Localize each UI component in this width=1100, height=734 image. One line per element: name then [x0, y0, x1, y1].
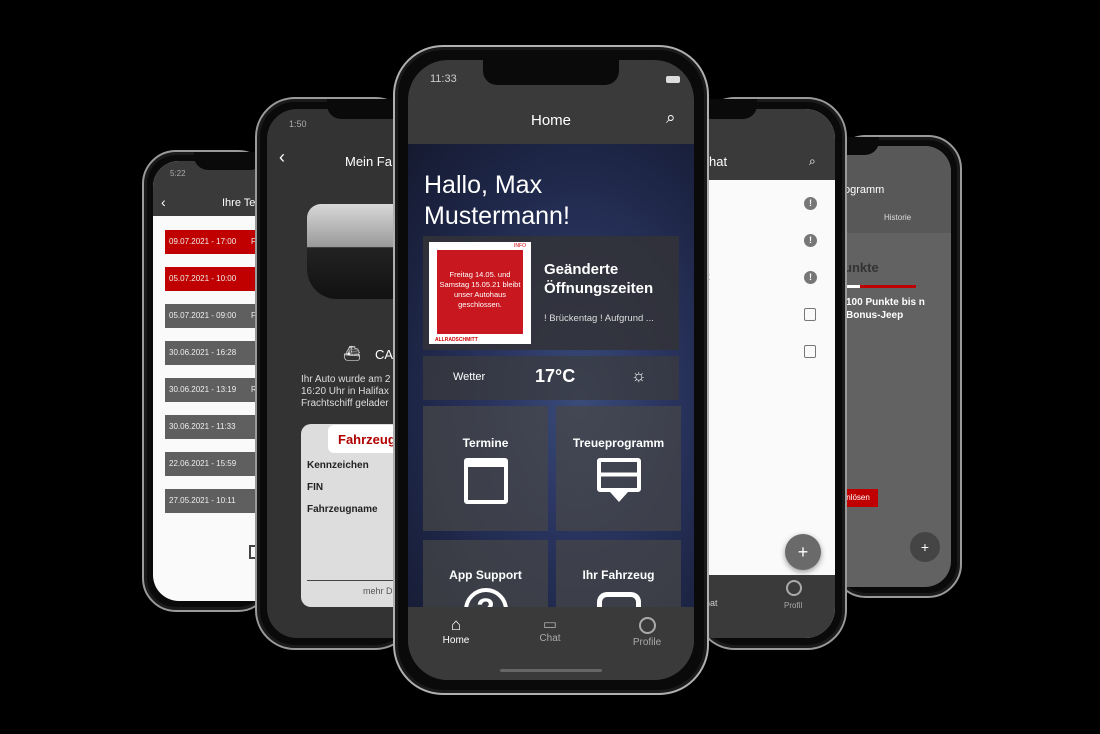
status-time: 5:22 [170, 169, 186, 178]
chat-row[interactable]: s! [697, 234, 827, 254]
appointment-date: 09.07.2021 - 17:00 [169, 237, 237, 246]
search-icon[interactable]: ⌕ [666, 108, 676, 128]
greeting: Hallo, Max Mustermann! [424, 171, 570, 230]
weather-temp: 17°C [535, 366, 576, 386]
tile-termine[interactable]: Termine [423, 406, 548, 531]
appointment-date: 05.07.2021 - 10:00 [169, 274, 237, 283]
home-indicator [500, 669, 602, 672]
alert-icon: ! [804, 234, 817, 247]
alert-icon: ! [804, 197, 817, 210]
tile-label: App Support [449, 568, 522, 582]
appointment-date: 27.05.2021 - 10:11 [169, 496, 236, 505]
tile-treueprogramm[interactable]: Treueprogramm [556, 406, 681, 531]
news-image-text: Freitag 14.05. und Samstag 15.05.21 blei… [439, 270, 521, 309]
home-icon: ⌂ [450, 615, 462, 634]
back-icon[interactable]: ‹ [279, 147, 285, 168]
points-heading: unkte [844, 260, 879, 275]
nav-profil[interactable]: Profil [784, 601, 802, 610]
loyalty-card-icon [556, 458, 681, 502]
contact-card-icon [804, 308, 816, 321]
weather-widget: Wetter 17°C ☼ [423, 356, 679, 400]
news-image: INFO Freitag 14.05. und Samstag 15.05.21… [429, 242, 531, 344]
chat-icon: ▭ [542, 616, 558, 633]
appointment-date: 30.06.2021 - 16:28 [169, 348, 237, 357]
add-button[interactable]: + [785, 534, 821, 570]
tile-label: Termine [462, 436, 509, 450]
points-message: 100 Punkte bis n Bonus-Jeep [846, 297, 925, 321]
chat-row[interactable]: idt! [697, 271, 827, 291]
search-icon[interactable]: ⌕ [809, 154, 816, 169]
sun-icon: ☼ [631, 366, 647, 385]
status-time: 11:33 [430, 73, 457, 85]
field-label: Fahrzeugname [307, 504, 378, 515]
calendar-icon [423, 458, 548, 504]
chat-row[interactable] [697, 308, 827, 328]
back-icon[interactable]: ‹ [161, 194, 166, 210]
shipping-status: CA [375, 347, 394, 362]
news-card[interactable]: INFO Freitag 14.05. und Samstag 15.05.21… [423, 236, 679, 350]
appointment-date: 30.06.2021 - 11:33 [169, 422, 236, 431]
vehicle-card-title: Fahrzeug [338, 432, 396, 447]
appointment-date: 22.06.2021 - 15:59 [169, 459, 237, 468]
alert-icon: ! [804, 271, 817, 284]
chat-row[interactable]: ! [697, 197, 827, 217]
phone-home: 11:33 Home ⌕ Hallo, Max Mustermann! INFO… [393, 45, 709, 695]
nav-home[interactable]: ⌂ Home [416, 615, 496, 646]
vehicle-screen: 1:50 ‹ Mein Fa ⛴ CA Ihr Auto wurde am 2 … [267, 109, 413, 638]
home-screen: 11:33 Home ⌕ Hallo, Max Mustermann! INFO… [408, 60, 694, 680]
news-image-tag: INFO [514, 243, 526, 249]
nav-chat[interactable]: ▭ Chat [510, 615, 590, 644]
page-title: Home [530, 112, 571, 129]
weather-label: Wetter [453, 371, 486, 383]
appointments-screen: 5:22 ‹ Ihre Te 09.07.2021 - 17:00 F 05.07.… [153, 161, 270, 601]
contact-card-icon [804, 345, 816, 358]
page-title: Mein Fa [345, 154, 392, 169]
chat-row[interactable] [697, 345, 827, 365]
appointment-date: 05.07.2021 - 09:00 [169, 311, 237, 320]
field-label: Kennzeichen [307, 460, 369, 471]
page-title: ogramm [844, 184, 885, 196]
page-title: Ihre Te [222, 197, 256, 209]
bottom-nav: ⌂ Home ▭ Chat Profile [408, 607, 694, 680]
phone-appointments: 5:22 ‹ Ihre Te 09.07.2021 - 17:00 F 05.07.… [142, 150, 272, 612]
tile-label: Treueprogramm [572, 436, 665, 450]
nav-profile[interactable]: Profile [607, 615, 687, 648]
news-excerpt: ! Brückentag ! Aufgrund ... [544, 313, 654, 324]
status-time: 1:50 [289, 119, 307, 129]
ship-icon: ⛴ [343, 345, 361, 361]
battery-icon [666, 76, 680, 83]
hero-background: Hallo, Max Mustermann! INFO Freitag 14.0… [408, 144, 694, 632]
profile-icon [638, 617, 656, 634]
chat-screen: hat ⌕ !s!idt! + hat Profil [697, 109, 835, 638]
profile-icon[interactable] [786, 580, 802, 596]
more-details-link[interactable]: mehr D [363, 586, 393, 596]
news-image-brand: ALLRADSCHMITT [435, 337, 478, 343]
appointment-date: 30.06.2021 - 13:19 [169, 385, 237, 394]
tab-historie[interactable]: Historie [884, 213, 911, 222]
phone-loyalty: ogramm Historie unkte 100 Punkte bis n B… [819, 135, 962, 598]
tile-label: Ihr Fahrzeug [582, 568, 655, 582]
news-title: Geänderte Öffnungszeiten [544, 261, 654, 297]
loyalty-screen: ogramm Historie unkte 100 Punkte bis n B… [834, 146, 951, 587]
field-label: FIN [307, 482, 324, 493]
page-title: hat [709, 154, 728, 169]
add-button[interactable]: + [910, 532, 940, 562]
phone-vehicle: 1:50 ‹ Mein Fa ⛴ CA Ihr Auto wurde am 2 … [255, 97, 415, 650]
phone-chat: hat ⌕ !s!idt! + hat Profil [677, 97, 847, 650]
points-progress [846, 285, 916, 288]
